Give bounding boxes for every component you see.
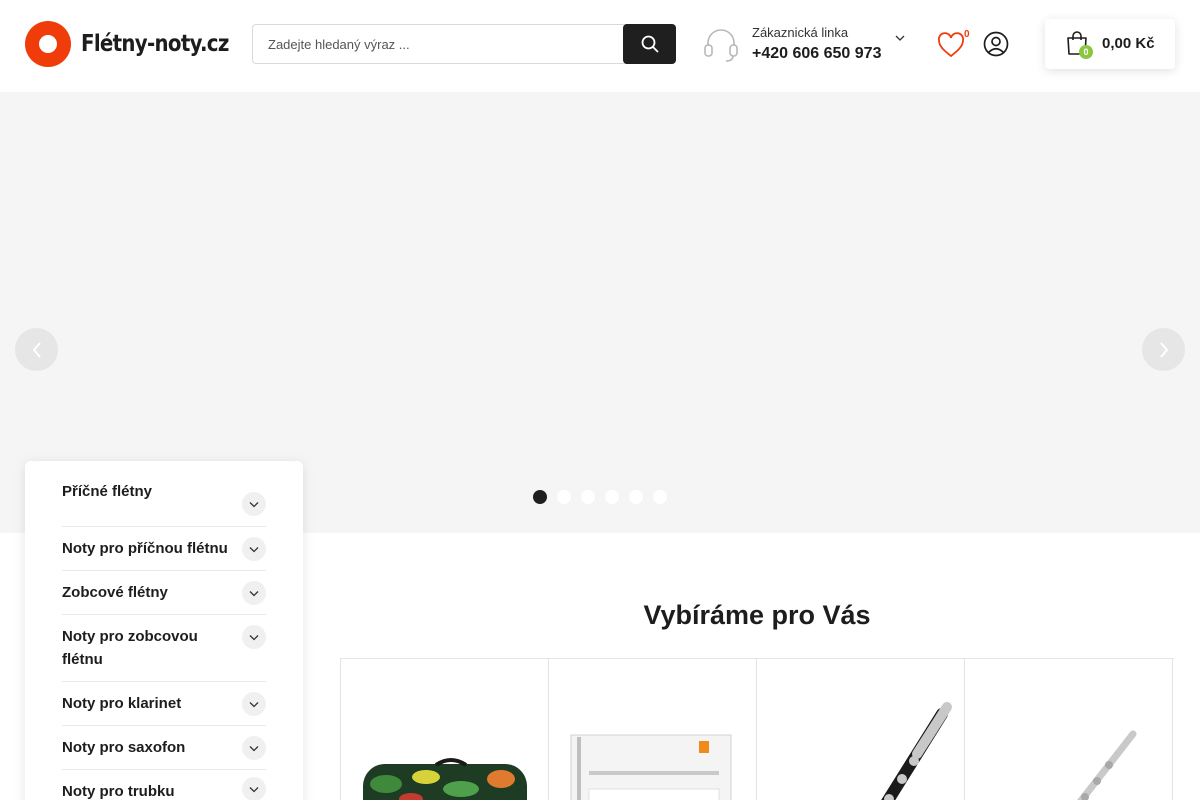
headset-icon (704, 29, 738, 62)
category-label: Zobcové flétny (62, 584, 168, 601)
hotline-label: Zákaznická linka (752, 25, 849, 40)
slider-dot[interactable] (533, 490, 547, 504)
product-card[interactable] (965, 659, 1173, 800)
chevron-down-icon[interactable] (242, 736, 266, 760)
cart-button[interactable]: 0 0,00 Kč (1045, 19, 1175, 69)
chevron-down-icon (895, 35, 905, 41)
slider-dot[interactable] (605, 490, 619, 504)
chevron-right-icon (1159, 341, 1168, 358)
site-logo[interactable]: Flétny-noty.cz (25, 21, 253, 67)
chevron-down-icon[interactable] (242, 492, 266, 516)
logo-mark-icon (25, 21, 71, 67)
product-image-flute-silver (1077, 730, 1137, 800)
category-label: Noty pro klarinet (62, 695, 182, 712)
search-icon (641, 35, 658, 53)
category-label: Noty pro trubku (62, 783, 175, 800)
user-account-icon[interactable] (983, 31, 1009, 57)
wishlist-count: 0 (964, 29, 970, 40)
category-label: Noty pro zobcovou flétnu (62, 628, 198, 668)
search-input[interactable] (252, 24, 632, 64)
category-item[interactable]: Noty pro trubku (62, 770, 266, 800)
category-label: Noty pro příčnou flétnu (62, 540, 228, 557)
slider-pagination (533, 490, 667, 504)
chevron-down-icon[interactable] (242, 777, 266, 800)
chevron-down-icon[interactable] (242, 625, 266, 649)
category-item[interactable]: Příčné flétny (62, 461, 266, 527)
product-card[interactable] (757, 659, 965, 800)
product-card[interactable] (341, 659, 549, 800)
slider-next-button[interactable] (1142, 328, 1185, 371)
wishlist-heart-icon[interactable] (936, 30, 966, 60)
cart-count-badge: 0 (1079, 45, 1093, 59)
category-label: Noty pro saxofon (62, 739, 186, 756)
category-menu: Příčné flétny Noty pro příčnou flétnu Zo… (25, 461, 303, 800)
product-image-flute-case (363, 758, 527, 800)
category-item[interactable]: Zobcové flétny (62, 571, 266, 615)
chevron-down-icon[interactable] (242, 581, 266, 605)
hotline-phone[interactable]: +420 606 650 973 (752, 43, 881, 65)
category-item[interactable]: Noty pro klarinet (62, 682, 266, 726)
category-label: Příčné flétny (62, 483, 153, 500)
product-card[interactable] (549, 659, 757, 800)
chevron-down-icon[interactable] (242, 692, 266, 716)
slider-dot[interactable] (653, 490, 667, 504)
category-item[interactable]: Noty pro saxofon (62, 726, 266, 770)
product-image-flute-black (881, 702, 952, 800)
slider-dot[interactable] (557, 490, 571, 504)
search-button[interactable] (623, 24, 676, 64)
cart-total: 0,00 Kč (1102, 35, 1155, 52)
slider-prev-button[interactable] (15, 328, 58, 371)
site-header: Flétny-noty.cz Zákaznická linka +420 606… (0, 0, 1200, 92)
slider-dot[interactable] (581, 490, 595, 504)
search-bar (252, 24, 676, 64)
product-image-flute-box (570, 734, 732, 800)
category-item[interactable]: Noty pro zobcovou flétnu (62, 615, 266, 682)
logo-text: Flétny-noty.cz (81, 31, 229, 57)
chevron-down-icon[interactable] (242, 537, 266, 561)
category-item[interactable]: Noty pro příčnou flétnu (62, 527, 266, 571)
customer-hotline[interactable]: Zákaznická linka +420 606 650 973 (702, 24, 905, 66)
slider-dot[interactable] (629, 490, 643, 504)
product-carousel (340, 658, 1174, 800)
chevron-left-icon (32, 341, 41, 358)
section-title: Vybíráme pro Vás (643, 600, 871, 630)
